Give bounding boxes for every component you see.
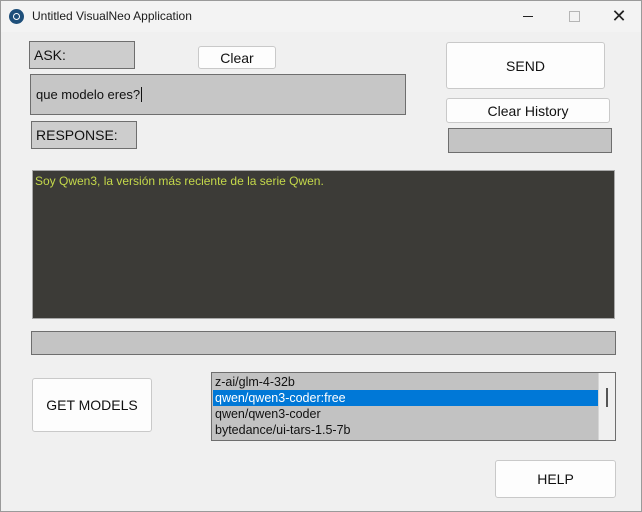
window-title: Untitled VisualNeo Application bbox=[32, 9, 192, 23]
clear-button[interactable]: Clear bbox=[198, 46, 276, 69]
maximize-icon[interactable] bbox=[551, 1, 597, 32]
ask-label: ASK: bbox=[29, 41, 135, 69]
list-item[interactable]: z-ai/glm-4-32b bbox=[213, 374, 599, 390]
get-models-button[interactable]: GET MODELS bbox=[32, 378, 152, 432]
app-window: Untitled VisualNeo Application ✕ ASK: Cl… bbox=[0, 0, 642, 512]
close-icon[interactable]: ✕ bbox=[596, 1, 641, 32]
response-label: RESPONSE: bbox=[31, 121, 137, 149]
app-logo-icon bbox=[9, 9, 24, 24]
list-item[interactable]: bytedance/ui-tars-1.5-7b bbox=[213, 422, 599, 438]
ask-input[interactable]: que modelo eres? bbox=[30, 74, 406, 115]
list-item-selected[interactable]: qwen/qwen3-coder:free bbox=[213, 390, 599, 406]
text-caret bbox=[141, 87, 143, 102]
clear-history-button[interactable]: Clear History bbox=[446, 98, 610, 123]
minimize-icon[interactable] bbox=[505, 1, 551, 32]
progress-field bbox=[31, 331, 616, 355]
send-button[interactable]: SEND bbox=[446, 42, 605, 89]
response-output[interactable]: Soy Qwen3, la versión más reciente de la… bbox=[32, 170, 615, 319]
status-field bbox=[448, 128, 612, 153]
ask-input-value: que modelo eres? bbox=[36, 87, 141, 102]
help-button[interactable]: HELP bbox=[495, 460, 616, 498]
title-bar[interactable]: Untitled VisualNeo Application ✕ bbox=[1, 1, 641, 32]
scrollbar-thumb[interactable] bbox=[606, 388, 608, 407]
list-scrollbar[interactable] bbox=[598, 373, 615, 440]
list-item[interactable]: qwen/qwen3-coder bbox=[213, 406, 599, 422]
models-list[interactable]: z-ai/glm-4-32b qwen/qwen3-coder:free qwe… bbox=[211, 372, 616, 441]
